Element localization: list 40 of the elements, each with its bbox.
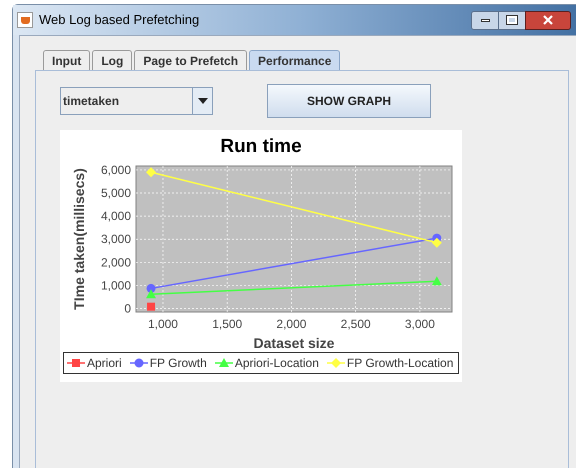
legend-label: FP Growth-Location [346, 355, 454, 372]
legend-label: FP Growth [150, 355, 207, 372]
x-tick-label: 1,500 [212, 317, 242, 331]
close-icon [543, 15, 553, 25]
y-tick-label: 6,000 [100, 162, 131, 177]
tab[interactable]: Page to Prefetch [134, 50, 248, 70]
y-tick-label: 0 [124, 302, 131, 316]
y-tick-label: 4,000 [100, 209, 131, 224]
triangle-marker [218, 358, 229, 367]
triangle-marker [146, 289, 156, 298]
x-tick-label: 1,000 [148, 317, 178, 331]
legend-label: Apriori-Location [234, 355, 319, 372]
legend-label: Apriori [87, 355, 122, 372]
x-tick-label: 2,000 [276, 317, 306, 331]
show-graph-button[interactable]: SHOW GRAPH [267, 84, 431, 118]
y-tick-label: 2,000 [100, 255, 131, 270]
tab[interactable]: Input [43, 50, 90, 70]
x-axis-title: Dataset size [254, 335, 334, 351]
y-tick-label: 3,000 [100, 232, 131, 246]
diamond-marker [146, 167, 156, 178]
maximize-button[interactable] [499, 10, 525, 30]
triangle-marker [432, 276, 442, 286]
y-axis-title: TIme taken(millisecs) [71, 168, 87, 310]
tab[interactable]: Performance [249, 50, 340, 70]
y-tick-label: 1,000 [100, 278, 131, 292]
window-title: Web Log based Prefetching [39, 11, 200, 30]
close-button[interactable] [525, 10, 571, 30]
dropdown-caret-icon [192, 88, 212, 114]
diamond-marker [432, 238, 442, 248]
y-tick-label: 5,000 [100, 186, 131, 200]
circle-marker [146, 284, 156, 293]
dropdown[interactable]: timetaken [60, 87, 213, 115]
x-tick-label: 3,000 [404, 317, 435, 331]
diamond-marker [330, 358, 341, 368]
x-tick-label: 2,500 [340, 317, 371, 331]
square-marker [147, 302, 156, 311]
tab[interactable]: Log [92, 50, 132, 70]
java-cup-icon [17, 12, 33, 28]
minimize-button[interactable] [471, 10, 499, 30]
chart-title: Run time [220, 136, 302, 157]
